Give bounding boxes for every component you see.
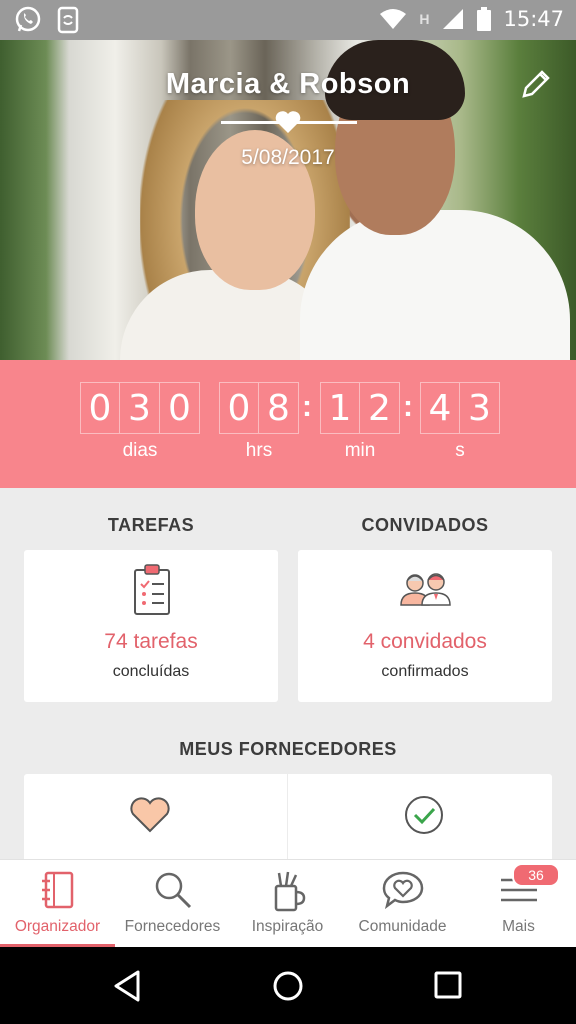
whatsapp-icon — [15, 6, 41, 32]
countdown-days: 0 3 0 — [80, 382, 200, 434]
nav-mais[interactable]: 36 Mais — [461, 860, 576, 948]
heart-chat-icon — [382, 871, 423, 910]
home-icon[interactable] — [271, 969, 305, 1003]
nav-label: Inspiração — [251, 918, 324, 935]
vendors-title: MEUS FORNECEDORES — [179, 739, 397, 759]
countdown-label-hours: hrs — [245, 440, 273, 461]
phone-sync-icon — [57, 6, 79, 34]
hired-vendors-card[interactable] — [288, 774, 552, 864]
nav-fornecedores[interactable]: Fornecedores — [115, 860, 230, 948]
guests-icon — [400, 573, 451, 606]
network-type: H — [419, 11, 430, 27]
nav-label: Organizador — [14, 918, 101, 935]
clock: 15:47 — [503, 7, 564, 31]
nav-inspiracao[interactable]: Inspiração — [230, 860, 345, 948]
tasks-title: TAREFAS — [107, 515, 195, 535]
guests-card[interactable]: 4 convidados confirmados — [298, 550, 552, 702]
tasks-card[interactable]: 74 tarefas concluídas — [24, 550, 278, 702]
tasks-count: 74 tarefas — [104, 630, 198, 653]
nav-label: Comunidade — [358, 918, 447, 935]
countdown-digit: 3 — [120, 382, 160, 434]
countdown-digit: 4 — [420, 382, 460, 434]
countdown-digit: 0 — [219, 382, 259, 434]
heart-icon — [275, 111, 301, 133]
guests-count: 4 convidados — [363, 630, 487, 653]
nav-comunidade[interactable]: Comunidade — [345, 860, 460, 948]
checklist-icon — [134, 564, 170, 615]
notebook-icon — [41, 871, 73, 909]
countdown-minutes: 1 2 — [320, 382, 400, 434]
couple-names: Marcia & Robson — [165, 68, 411, 100]
guests-status: confirmados — [381, 663, 469, 680]
countdown-hours: 0 8 — [219, 382, 299, 434]
countdown-separator: : — [403, 390, 413, 423]
pencil-cup-icon — [274, 871, 305, 912]
countdown-label-seconds: s — [455, 440, 465, 461]
status-bar: H 15:47 — [0, 0, 576, 40]
nav-organizador[interactable]: Organizador — [0, 860, 115, 948]
edit-icon[interactable] — [518, 66, 554, 102]
signal-icon — [443, 9, 464, 29]
tasks-status: concluídas — [112, 663, 190, 680]
guests-title: CONVIDADOS — [361, 515, 489, 535]
countdown-digit: 3 — [460, 382, 500, 434]
notification-badge: 36 — [512, 863, 560, 887]
countdown-label-minutes: min — [344, 440, 376, 461]
bottom-navigation: Organizador Fornecedores Inspiração Comu… — [0, 859, 576, 948]
heart-icon — [130, 797, 170, 833]
checkmark-circle-icon — [405, 796, 443, 834]
favorite-vendors-card[interactable] — [24, 774, 287, 864]
battery-icon — [477, 7, 492, 31]
countdown-digit: 8 — [259, 382, 299, 434]
countdown-separator: : — [302, 390, 312, 423]
wedding-date: 5/08/2017 — [241, 146, 335, 169]
countdown-digit: 0 — [160, 382, 200, 434]
wedding-countdown: 0 3 0 0 8 : 1 2 : 4 3 dias hrs min s — [0, 360, 576, 488]
countdown-digit: 1 — [320, 382, 360, 434]
search-icon — [155, 872, 191, 909]
back-icon[interactable] — [112, 969, 144, 1003]
countdown-digit: 2 — [360, 382, 400, 434]
recent-apps-icon[interactable] — [432, 969, 464, 1001]
countdown-digit: 0 — [80, 382, 120, 434]
countdown-label-days: dias — [122, 440, 158, 461]
nav-label: Fornecedores — [124, 918, 221, 935]
countdown-seconds: 4 3 — [420, 382, 500, 434]
couple-photo[interactable]: Marcia & Robson 5/08/2017 — [0, 40, 576, 360]
wifi-icon — [380, 9, 407, 29]
nav-label: Mais — [502, 918, 535, 935]
system-navigation-bar — [0, 947, 576, 1024]
